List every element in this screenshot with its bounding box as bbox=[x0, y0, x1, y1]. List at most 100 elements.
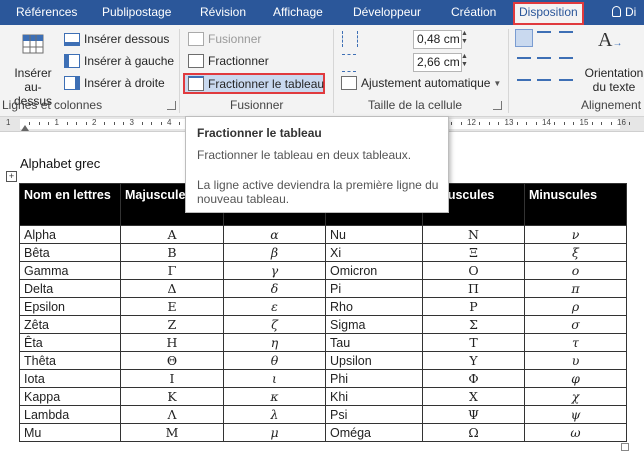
table-cell-lower[interactable]: δ bbox=[223, 279, 326, 298]
table-cell-upper[interactable]: Ε bbox=[120, 297, 224, 316]
insert-above-button[interactable]: Insérer au-dessus bbox=[6, 27, 60, 108]
table-cell-name[interactable]: Psi bbox=[325, 405, 423, 424]
autofit-button[interactable]: Ajustement automatique ▼ bbox=[341, 76, 501, 90]
insert-left-button[interactable]: Insérer à gauche bbox=[64, 54, 174, 68]
align-bottom-left-button[interactable] bbox=[517, 79, 531, 81]
table-cell-name[interactable]: Bêta bbox=[19, 243, 121, 262]
table-cell-upper[interactable]: Π bbox=[422, 279, 525, 298]
table-cell-upper[interactable]: Λ bbox=[120, 405, 224, 424]
table-cell-name[interactable]: Epsilon bbox=[19, 297, 121, 316]
split-table-button[interactable]: Fractionner le tableau bbox=[188, 76, 324, 91]
table-cell-upper[interactable]: Ο bbox=[422, 261, 525, 280]
align-middle-left-button[interactable] bbox=[517, 57, 531, 59]
table-cell-upper[interactable]: Χ bbox=[422, 387, 525, 406]
table-cell-lower[interactable]: ο bbox=[524, 261, 627, 280]
table-cell-upper[interactable]: Δ bbox=[120, 279, 224, 298]
table-cell-upper[interactable]: Ψ bbox=[422, 405, 525, 424]
table-cell-name[interactable]: Thêta bbox=[19, 351, 121, 370]
table-cell-upper[interactable]: Ρ bbox=[422, 297, 525, 316]
tab-review[interactable]: Révision bbox=[200, 0, 246, 25]
table-cell-lower[interactable]: α bbox=[223, 225, 326, 244]
tell-me-search[interactable]: Di bbox=[612, 0, 636, 25]
align-middle-center-button[interactable] bbox=[537, 57, 551, 59]
table-cell-name[interactable]: Nu bbox=[325, 225, 423, 244]
table-cell-lower[interactable]: ψ bbox=[524, 405, 627, 424]
table-cell-name[interactable]: Gamma bbox=[19, 261, 121, 280]
table-cell-lower[interactable]: μ bbox=[223, 423, 326, 442]
table-cell-upper[interactable]: Σ bbox=[422, 315, 525, 334]
table-cell-upper[interactable]: Φ bbox=[422, 369, 525, 388]
rows-columns-launcher-icon[interactable] bbox=[167, 101, 176, 110]
row-height-spinner-icon[interactable]: ▲ ▼ bbox=[461, 30, 469, 47]
table-cell-upper[interactable]: Η bbox=[120, 333, 224, 352]
align-bottom-center-button[interactable] bbox=[537, 79, 551, 81]
table-cell-name[interactable]: Upsilon bbox=[325, 351, 423, 370]
table-cell-lower[interactable]: ε bbox=[223, 297, 326, 316]
table-cell-name[interactable]: Phi bbox=[325, 369, 423, 388]
table-cell-name[interactable]: Oméga bbox=[325, 423, 423, 442]
table-cell-name[interactable]: Lambda bbox=[19, 405, 121, 424]
table-cell-upper[interactable]: Υ bbox=[422, 351, 525, 370]
align-top-center-button[interactable] bbox=[537, 31, 551, 45]
align-middle-right-button[interactable] bbox=[559, 57, 573, 59]
tab-view[interactable]: Affichage bbox=[273, 0, 323, 25]
table-cell-name[interactable]: Alpha bbox=[19, 225, 121, 244]
table-cell-upper[interactable]: Τ bbox=[422, 333, 525, 352]
table-cell-lower[interactable]: σ bbox=[524, 315, 627, 334]
table-cell-name[interactable]: Kappa bbox=[19, 387, 121, 406]
table-resize-handle[interactable] bbox=[621, 443, 629, 451]
tab-layout[interactable]: Disposition bbox=[513, 2, 584, 25]
table-cell-lower[interactable]: π bbox=[524, 279, 627, 298]
table-cell-name[interactable]: Xi bbox=[325, 243, 423, 262]
table-cell-lower[interactable]: τ bbox=[524, 333, 627, 352]
table-cell-name[interactable]: Tau bbox=[325, 333, 423, 352]
table-move-handle-icon[interactable]: + bbox=[6, 171, 17, 182]
table-cell-upper[interactable]: Ξ bbox=[422, 243, 525, 262]
insert-right-button[interactable]: Insérer à droite bbox=[64, 76, 165, 90]
table-cell-upper[interactable]: Ν bbox=[422, 225, 525, 244]
table-cell-lower[interactable]: ρ bbox=[524, 297, 627, 316]
table-cell-upper[interactable]: Μ bbox=[120, 423, 224, 442]
table-cell-lower[interactable]: β bbox=[223, 243, 326, 262]
align-bottom-right-button[interactable] bbox=[559, 79, 573, 81]
cell-size-launcher-icon[interactable] bbox=[493, 101, 502, 110]
table-cell-lower[interactable]: ω bbox=[524, 423, 627, 442]
table-cell-lower[interactable]: χ bbox=[524, 387, 627, 406]
table-cell-name[interactable]: Pi bbox=[325, 279, 423, 298]
table-cell-lower[interactable]: λ bbox=[223, 405, 326, 424]
row-height-input[interactable]: 0,48 cm bbox=[413, 30, 462, 49]
table-cell-upper[interactable]: Α bbox=[120, 225, 224, 244]
table-cell-name[interactable]: Khi bbox=[325, 387, 423, 406]
indent-marker-icon[interactable] bbox=[21, 125, 29, 131]
table-cell-lower[interactable]: ξ bbox=[524, 243, 627, 262]
table-cell-lower[interactable]: θ bbox=[223, 351, 326, 370]
table-cell-name[interactable]: Omicron bbox=[325, 261, 423, 280]
table-cell-name[interactable]: Iota bbox=[19, 369, 121, 388]
table-cell-lower[interactable]: γ bbox=[223, 261, 326, 280]
split-cells-button[interactable]: Fractionner bbox=[188, 54, 269, 68]
column-width-spinner-icon[interactable]: ▲ ▼ bbox=[461, 53, 469, 70]
table-cell-name[interactable]: Delta bbox=[19, 279, 121, 298]
insert-below-button[interactable]: Insérer dessous bbox=[64, 32, 169, 46]
table-cell-name[interactable]: Êta bbox=[19, 333, 121, 352]
table-cell-upper[interactable]: Ζ bbox=[120, 315, 224, 334]
table-cell-lower[interactable]: ι bbox=[223, 369, 326, 388]
table-cell-upper[interactable]: Ω bbox=[422, 423, 525, 442]
table-cell-upper[interactable]: Ι bbox=[120, 369, 224, 388]
align-top-right-button[interactable] bbox=[559, 31, 573, 45]
table-cell-lower[interactable]: ν bbox=[524, 225, 627, 244]
table-cell-name[interactable]: Zêta bbox=[19, 315, 121, 334]
table-cell-name[interactable]: Mu bbox=[19, 423, 121, 442]
table-cell-lower[interactable]: η bbox=[223, 333, 326, 352]
table-cell-lower[interactable]: φ bbox=[524, 369, 627, 388]
table-cell-name[interactable]: Rho bbox=[325, 297, 423, 316]
tab-developer[interactable]: Développeur bbox=[353, 0, 421, 25]
table-cell-lower[interactable]: ζ bbox=[223, 315, 326, 334]
table-cell-upper[interactable]: Θ bbox=[120, 351, 224, 370]
table-cell-lower[interactable]: κ bbox=[223, 387, 326, 406]
table-cell-name[interactable]: Sigma bbox=[325, 315, 423, 334]
table-cell-upper[interactable]: Γ bbox=[120, 261, 224, 280]
text-direction-button[interactable]: A→ Orientation du texte bbox=[584, 27, 644, 97]
align-top-left-button[interactable] bbox=[515, 29, 533, 47]
table-cell-lower[interactable]: υ bbox=[524, 351, 627, 370]
